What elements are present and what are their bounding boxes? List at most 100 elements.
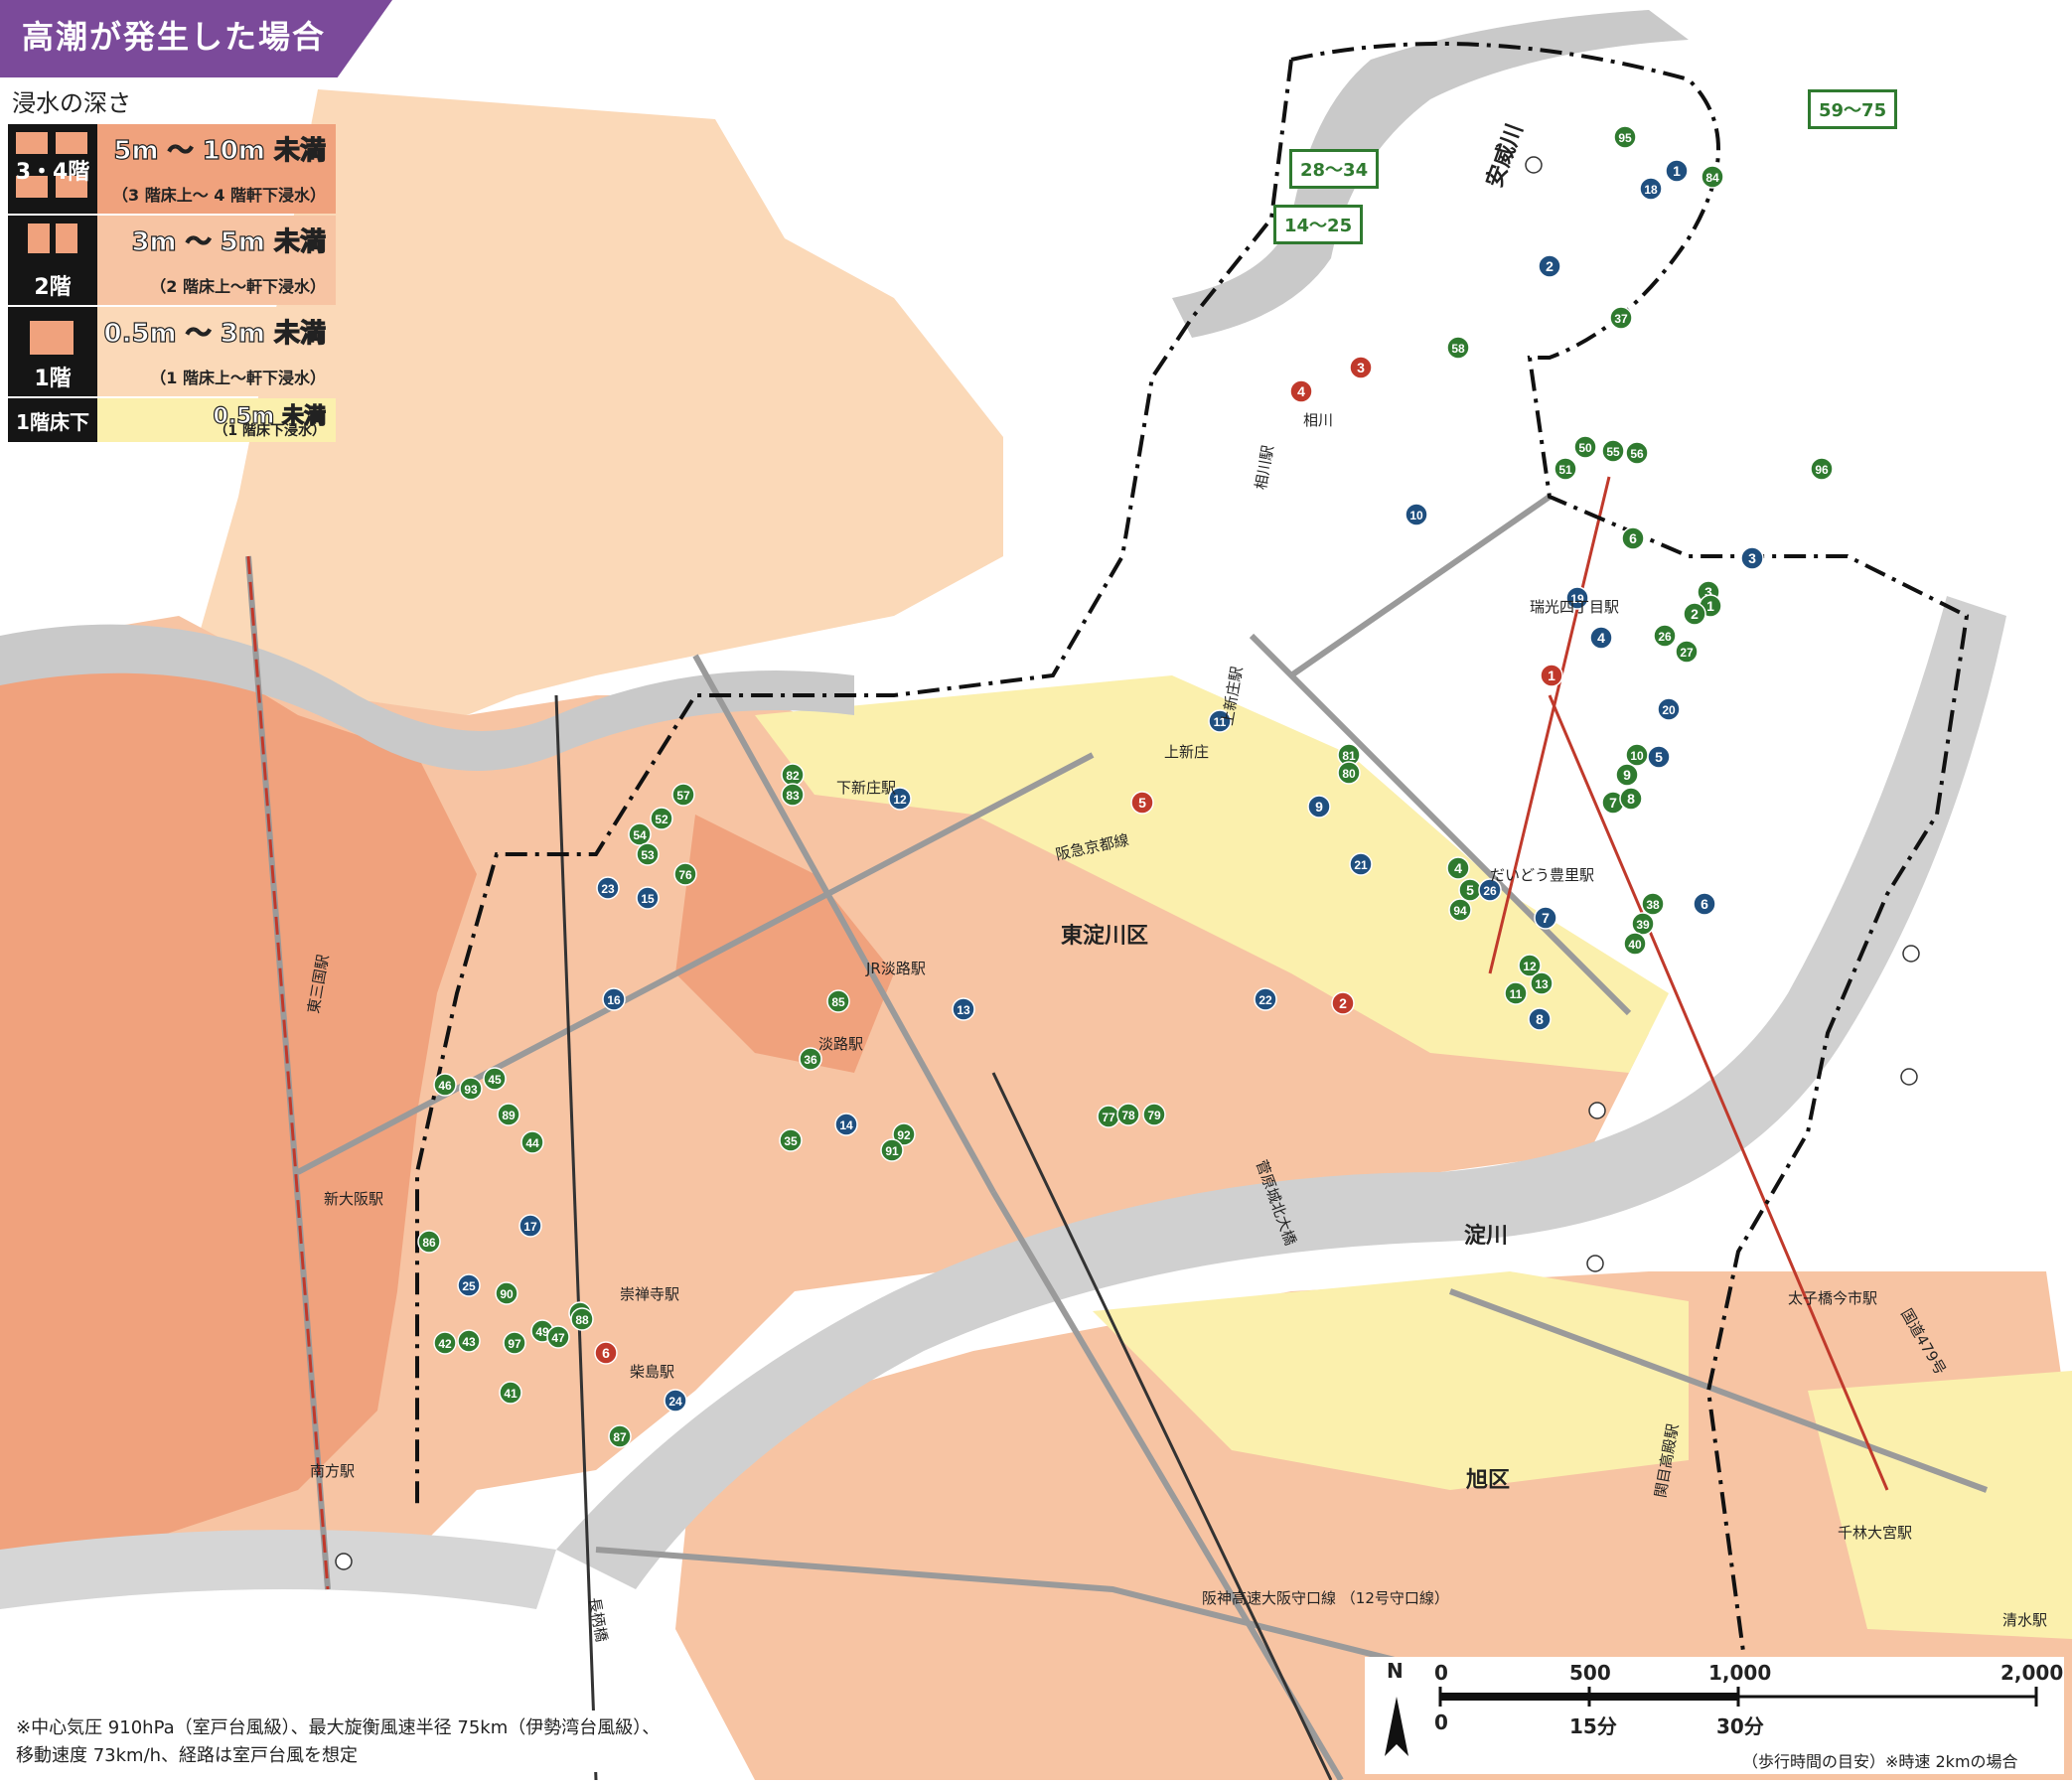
shelter-marker-label: 92 <box>897 1128 911 1142</box>
legend-heading: 浸水の深さ <box>12 89 131 117</box>
scale-m500: 500 <box>1569 1661 1611 1685</box>
shelter-marker-label: 40 <box>1628 938 1642 952</box>
label-shibashima: 柴島駅 <box>630 1363 675 1381</box>
scale-m1000: 1,000 <box>1708 1661 1772 1685</box>
scale-t0: 0 <box>1434 1710 1448 1734</box>
legend-floor-icon: 1階 <box>8 307 97 396</box>
shelter-marker-label: 20 <box>1662 703 1676 717</box>
shelter-marker-label: 11 <box>1510 987 1523 1001</box>
shelter-marker-label: 22 <box>1258 993 1272 1007</box>
label-hanshin: 阪神高速大阪守口線 （12号守口線） <box>1202 1589 1449 1607</box>
shelter-marker-label: 10 <box>1409 509 1423 522</box>
hospital-icon <box>1588 1102 1606 1119</box>
shelter-marker-label: 2 <box>1691 606 1699 622</box>
shelter-marker-label: 26 <box>1483 884 1497 898</box>
legend-row-shallow: 1階 0.5m ～ 3m 未満 （1 階床上～軒下浸水） <box>8 307 336 396</box>
shelter-marker-label: 18 <box>1644 183 1658 197</box>
label-higashiyodogawa: 東淀川区 <box>1061 924 1149 949</box>
shelter-marker-label: 1 <box>1706 598 1714 614</box>
shelter-marker-label: 84 <box>1705 171 1719 185</box>
shelter-marker-label: 51 <box>1558 463 1572 477</box>
shelter-marker-label: 3 <box>1357 360 1365 375</box>
shelter-marker-label: 25 <box>462 1279 476 1293</box>
label-shimizu: 清水駅 <box>2002 1611 2048 1629</box>
shelter-marker-label: 9 <box>1623 767 1631 783</box>
shelter-marker-label: 13 <box>1535 977 1549 991</box>
shelter-marker-label: 3 <box>1748 550 1756 566</box>
legend-swatch-deep: 5m ～ 10m 未満 （3 階床上～ 4 階軒下浸水） <box>97 124 336 214</box>
shelter-marker-label: 24 <box>668 1395 682 1409</box>
shelter-marker-label: 8 <box>1627 791 1635 807</box>
legend: 浸水の深さ 3・4階 5m ～ 10m 未満 （3 階床上～ 4 階軒下浸水） … <box>8 83 336 444</box>
shelter-marker-label: 36 <box>804 1053 817 1067</box>
label-shimoshinjo: 下新庄駅 <box>836 779 897 797</box>
shelter-marker-label: 87 <box>613 1430 627 1444</box>
label-daido: だいどう豊里駅 <box>1490 866 1595 884</box>
shelter-marker-label: 6 <box>602 1345 610 1361</box>
shelter-marker-label: 5 <box>1138 795 1146 811</box>
shelter-marker-label: 47 <box>551 1331 565 1345</box>
page-title: 高潮が発生した場合 <box>22 18 327 56</box>
shelter-marker-label: 81 <box>1342 749 1356 763</box>
shelter-marker-label: 2 <box>1339 995 1347 1011</box>
north-label: N <box>1387 1659 1404 1683</box>
shelter-marker-label: 15 <box>641 892 655 906</box>
shelter-marker-label: 45 <box>488 1073 502 1087</box>
shelter-marker-label: 76 <box>678 868 692 882</box>
shelter-marker-label: 54 <box>633 828 647 842</box>
shelter-marker-label: 5 <box>1466 882 1474 898</box>
shelter-marker-label: 50 <box>1578 441 1592 455</box>
label-shinosaka: 新大阪駅 <box>324 1190 384 1208</box>
legend-floor-icon: 3・4階 <box>8 124 97 214</box>
scale-m0: 0 <box>1434 1661 1448 1685</box>
scale-t15: 15分 <box>1569 1714 1617 1738</box>
label-jrawaji: JR淡路駅 <box>866 960 926 977</box>
label-ai: 相川 <box>1303 411 1334 429</box>
north-arrow-icon <box>1385 1697 1408 1756</box>
shelter-marker-label: 1 <box>1673 163 1681 179</box>
shelter-marker-label: 58 <box>1451 342 1465 356</box>
shelter-marker-label: 7 <box>1609 795 1617 811</box>
shelter-marker-label: 6 <box>1629 530 1637 546</box>
label-zuiko: 瑞光四丁目駅 <box>1530 598 1620 616</box>
label-minamikata: 南方駅 <box>310 1462 356 1480</box>
hospital-icon <box>1900 1068 1918 1086</box>
scale-m2000: 2,000 <box>2000 1661 2064 1685</box>
shelter-marker-label: 43 <box>462 1335 476 1349</box>
shelter-marker-label: 16 <box>607 993 621 1007</box>
shelter-marker-label: 14 <box>839 1118 853 1132</box>
shelter-marker-label: 85 <box>831 995 845 1009</box>
hospital-icon <box>335 1553 353 1570</box>
legend-swatch-mid: 3m ～ 5m 未満 （2 階床上～軒下浸水） <box>97 216 336 305</box>
shelter-marker-label: 27 <box>1680 646 1694 660</box>
legend-row-mid: 2階 3m ～ 5m 未満 （2 階床上～軒下浸水） <box>8 216 336 305</box>
legend-floor-icon: 2階 <box>8 216 97 305</box>
shelter-marker-label: 12 <box>1523 960 1537 973</box>
shelter-marker-label: 96 <box>1815 463 1829 477</box>
shelter-marker-label: 4 <box>1297 383 1305 399</box>
shelter-marker-label: 83 <box>786 789 800 803</box>
shelter-marker-label: 82 <box>786 769 800 783</box>
scale-t30: 30分 <box>1716 1714 1764 1738</box>
shelter-marker-label: 7 <box>1542 910 1550 926</box>
label-kami: 上新庄 <box>1164 743 1210 761</box>
shelter-marker-label: 37 <box>1614 312 1628 326</box>
shelter-marker-label: 13 <box>957 1003 970 1017</box>
label-senbayashi: 千林大宮駅 <box>1838 1524 1913 1542</box>
shelter-marker-label: 10 <box>1630 749 1644 763</box>
shelter-marker-label: 46 <box>438 1079 452 1093</box>
title-banner: 高潮が発生した場合 <box>0 0 392 77</box>
hospital-icon <box>1586 1255 1604 1272</box>
callout-14-25: 14～25 <box>1273 205 1364 244</box>
shelter-marker-label: 35 <box>784 1134 798 1148</box>
shelter-marker-label: 8 <box>1536 1011 1544 1027</box>
shelter-marker-label: 86 <box>422 1236 436 1250</box>
legend-row-floorbelow: 1階床下 0.5m 未満 （1 階床下浸水） <box>8 398 336 442</box>
label-awaji: 淡路駅 <box>818 1035 864 1053</box>
callout-59-75: 59～75 <box>1808 89 1898 129</box>
label-sozenji: 崇禅寺駅 <box>620 1285 680 1303</box>
footnote: ※中心気圧 910hPa（室戸台風級）、最大旋衡風速半径 75km（伊勢湾台風級… <box>8 1710 703 1772</box>
shelter-marker-label: 4 <box>1454 860 1462 876</box>
shelter-marker-label: 88 <box>575 1313 589 1327</box>
shelter-marker-label: 56 <box>1630 447 1644 461</box>
